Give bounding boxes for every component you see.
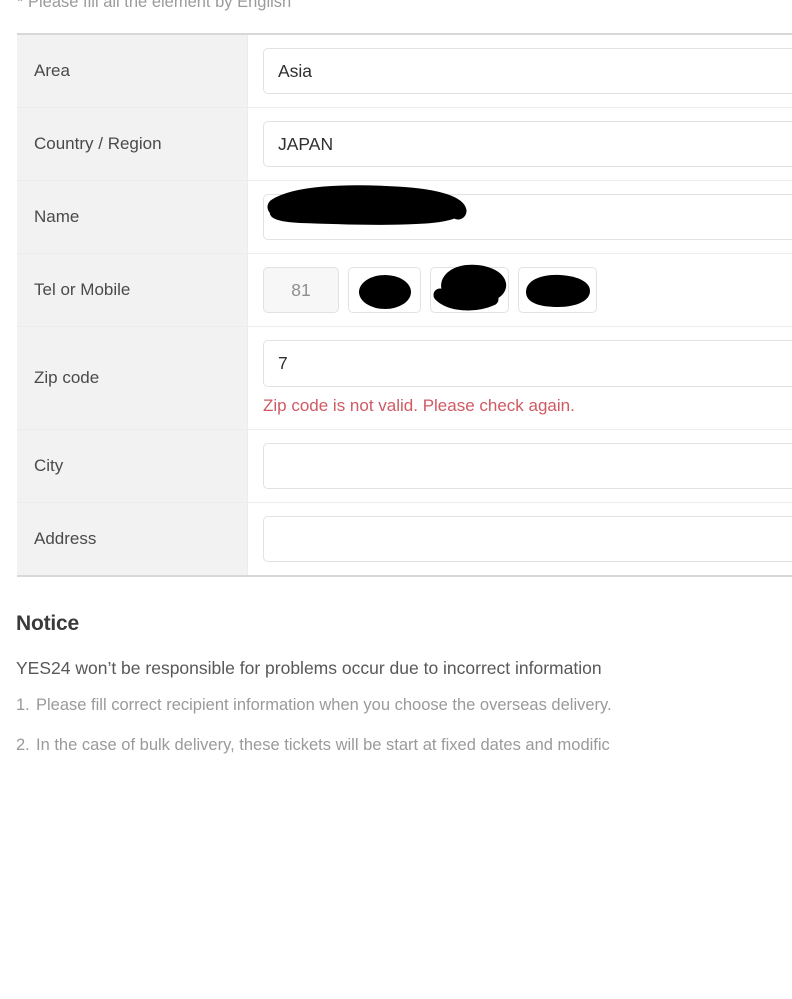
- row-field-name: [247, 180, 792, 254]
- notice-item-number: 1.: [16, 696, 30, 714]
- list-item: 1. Please fill correct recipient informa…: [16, 696, 792, 715]
- tel-part1-input[interactable]: [348, 267, 421, 313]
- list-item: 2. In the case of bulk delivery, these t…: [16, 736, 792, 755]
- zip-code-error-message: Zip code is not valid. Please check agai…: [263, 396, 575, 415]
- table-row-area: Area: [17, 34, 792, 108]
- notice-item-text: In the case of bulk delivery, these tick…: [36, 736, 610, 754]
- area-input[interactable]: [263, 48, 792, 94]
- form-language-hint: * Please fill all the element by English: [17, 0, 292, 11]
- notice-item-text: Please fill correct recipient informatio…: [36, 696, 612, 714]
- table-row-name: Name: [17, 180, 792, 254]
- table-row-address: Address: [17, 502, 792, 576]
- table-row-country-region: Country / Region: [17, 107, 792, 181]
- address-input[interactable]: [263, 516, 792, 562]
- row-field-tel: [247, 253, 792, 327]
- notice-item-number: 2.: [16, 736, 30, 754]
- table-row-zip-code: Zip code Zip code is not valid. Please c…: [17, 326, 792, 430]
- row-label-area: Area: [17, 34, 248, 108]
- country-region-input[interactable]: [263, 121, 792, 167]
- row-field-address: [247, 502, 792, 576]
- table-row-city: City: [17, 429, 792, 503]
- row-label-country-region: Country / Region: [17, 107, 248, 181]
- notice-lead-text: YES24 won’t be responsible for problems …: [16, 658, 602, 678]
- zip-code-field-wrap: Zip code is not valid. Please check agai…: [263, 340, 792, 416]
- tel-part3-input[interactable]: [518, 267, 597, 313]
- row-label-city: City: [17, 429, 248, 503]
- zip-code-input[interactable]: [263, 340, 792, 387]
- notice-section: Notice YES24 won’t be responsible for pr…: [16, 612, 792, 776]
- row-label-zip-code: Zip code: [17, 326, 248, 430]
- tel-input-group: [263, 264, 792, 313]
- row-field-country-region: [247, 107, 792, 181]
- row-field-area: [247, 34, 792, 108]
- notice-list: 1. Please fill correct recipient informa…: [16, 696, 792, 755]
- row-label-name: Name: [17, 180, 248, 254]
- recipient-information-table: Area Country / Region Name: [17, 33, 792, 577]
- row-field-zip-code: Zip code is not valid. Please check agai…: [247, 326, 792, 430]
- city-input[interactable]: [263, 443, 792, 489]
- table-row-tel: Tel or Mobile: [17, 253, 792, 327]
- delivery-information-form-page: * Please fill all the element by English…: [0, 0, 792, 999]
- row-field-city: [247, 429, 792, 503]
- row-label-tel: Tel or Mobile: [17, 253, 248, 327]
- name-input[interactable]: [263, 194, 792, 240]
- notice-title: Notice: [16, 612, 79, 635]
- tel-part2-input[interactable]: [430, 267, 509, 313]
- tel-country-code-input[interactable]: [263, 267, 339, 313]
- row-label-address: Address: [17, 502, 248, 576]
